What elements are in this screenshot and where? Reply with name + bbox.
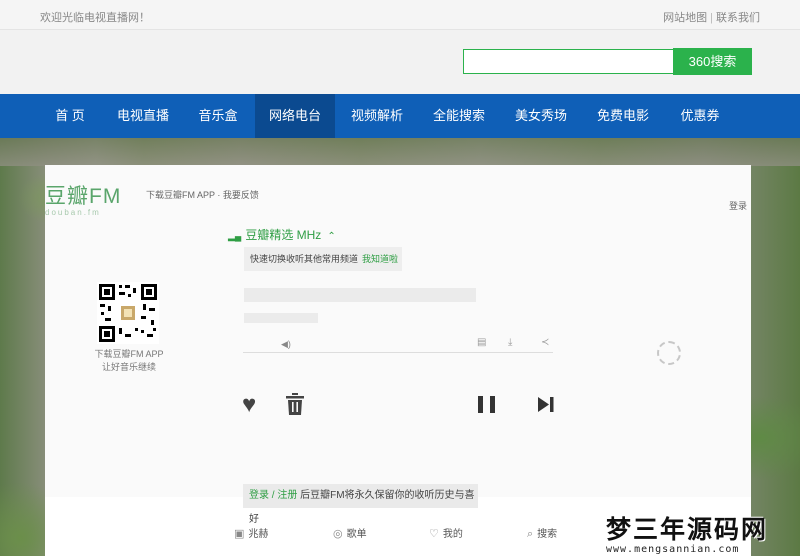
lyrics-icon[interactable]: ▤ bbox=[477, 337, 486, 348]
bottom-nav-search[interactable]: ⌕ 搜索 bbox=[527, 525, 557, 541]
channel-name: 豆瓣精选 MHz bbox=[245, 228, 322, 242]
bottom-nav-mine[interactable]: ♡ 我的 bbox=[429, 525, 463, 540]
contact-link[interactable]: 联系我们 bbox=[716, 12, 760, 24]
nav-item-free-movies[interactable]: 免费电影 bbox=[590, 94, 656, 138]
loading-spinner-icon bbox=[657, 341, 681, 365]
bottom-nav-playlist[interactable]: ◎ 歌单 bbox=[333, 525, 367, 540]
artist-placeholder bbox=[244, 313, 318, 323]
tip-register-link[interactable]: 注册 bbox=[277, 490, 297, 501]
douban-fm-logo[interactable]: 豆瓣FM douban.fm bbox=[45, 180, 125, 220]
bottom-nav-mhz[interactable]: ▣ 兆赫 bbox=[234, 525, 268, 540]
bottom-nav-mhz-label: 兆赫 bbox=[248, 529, 269, 540]
tip-text: 快速切换收听其他常用频道 bbox=[250, 254, 359, 264]
welcome-text: 欢迎光临电视直播网！ bbox=[40, 12, 150, 24]
watermark-url: www.mengsannian.com bbox=[606, 544, 740, 555]
nav-item-web-radio[interactable]: 网络电台 bbox=[255, 94, 335, 138]
sitemap-link[interactable]: 网站地图 bbox=[663, 12, 707, 24]
top-links: 网站地图 | 联系我们 bbox=[663, 9, 760, 25]
like-heart-icon[interactable]: ♥ bbox=[242, 391, 256, 419]
volume-icon[interactable]: ◀) bbox=[281, 339, 291, 350]
qr-code bbox=[97, 282, 159, 344]
switch-channel-icon: ⌃ bbox=[327, 231, 336, 242]
bottom-nav-mine-label: 我的 bbox=[442, 529, 463, 540]
signal-icon: ▂▄ bbox=[228, 231, 242, 241]
search-button[interactable]: 360搜索 bbox=[673, 48, 752, 75]
share-icon[interactable]: ≺ bbox=[541, 337, 549, 348]
nav-item-music-box[interactable]: 音乐盒 bbox=[188, 94, 248, 138]
trash-icon[interactable] bbox=[286, 393, 304, 415]
nav-item-coupons[interactable]: 优惠券 bbox=[670, 94, 730, 138]
next-track-icon[interactable] bbox=[538, 397, 554, 412]
scenery-rock bbox=[0, 138, 800, 166]
channel-tip: 快速切换收听其他常用频道 我知道啦 bbox=[244, 247, 402, 271]
qr-caption: 下载豆瓣FM APP 让好音乐继续 bbox=[80, 348, 178, 374]
link-separator: | bbox=[710, 12, 713, 24]
pause-icon[interactable] bbox=[478, 396, 496, 413]
watermark-main: 梦三年源码网 bbox=[606, 515, 769, 544]
qr-caption-line2: 让好音乐继续 bbox=[101, 362, 156, 372]
nav-item-home[interactable]: 首 页 bbox=[40, 94, 100, 138]
qr-caption-line1: 下载豆瓣FM APP bbox=[94, 349, 164, 359]
playlist-icon: ◎ bbox=[333, 528, 343, 540]
header: 360搜索 bbox=[0, 30, 800, 94]
tip-login-link[interactable]: 登录 bbox=[249, 490, 269, 501]
download-icon[interactable]: ⤓ bbox=[508, 337, 512, 348]
nav-item-tv-live[interactable]: 电视直播 bbox=[110, 94, 176, 138]
progress-bar[interactable] bbox=[243, 352, 553, 353]
logo-name: 豆瓣FM bbox=[45, 185, 122, 208]
song-title-placeholder bbox=[244, 288, 476, 302]
channel-selector[interactable]: ▂▄ 豆瓣精选 MHz ⌃ bbox=[228, 226, 336, 243]
tip-dismiss-link[interactable]: 我知道啦 bbox=[362, 254, 398, 264]
site-watermark: 梦三年源码网 www.mengsannian.com bbox=[606, 510, 800, 556]
nav-item-video-parse[interactable]: 视频解析 bbox=[344, 94, 410, 138]
bottom-nav-search-label: 搜索 bbox=[537, 529, 558, 540]
nav-item-all-search[interactable]: 全能搜索 bbox=[426, 94, 492, 138]
search-icon: ⌕ bbox=[527, 528, 534, 540]
search-input[interactable] bbox=[463, 49, 673, 74]
heart-icon: ♡ bbox=[429, 528, 439, 540]
login-register-tip: 登录 / 注册 后豆瓣FM将永久保留你的收听历史与喜好 bbox=[243, 484, 478, 525]
main-nav: 首 页 电视直播 音乐盒 网络电台 视频解析 全能搜索 美女秀场 免费电影 优惠… bbox=[0, 94, 800, 138]
login-link[interactable]: 登录 bbox=[729, 199, 747, 212]
top-bar: 欢迎光临电视直播网！ 网站地图 | 联系我们 bbox=[0, 0, 800, 30]
radio-icon: ▣ bbox=[234, 528, 245, 540]
nav-item-beauty-show[interactable]: 美女秀场 bbox=[508, 94, 574, 138]
bottom-nav-playlist-label: 歌单 bbox=[346, 529, 367, 540]
player-top-links[interactable]: 下载豆瓣FM APP · 我要反馈 bbox=[146, 188, 259, 201]
